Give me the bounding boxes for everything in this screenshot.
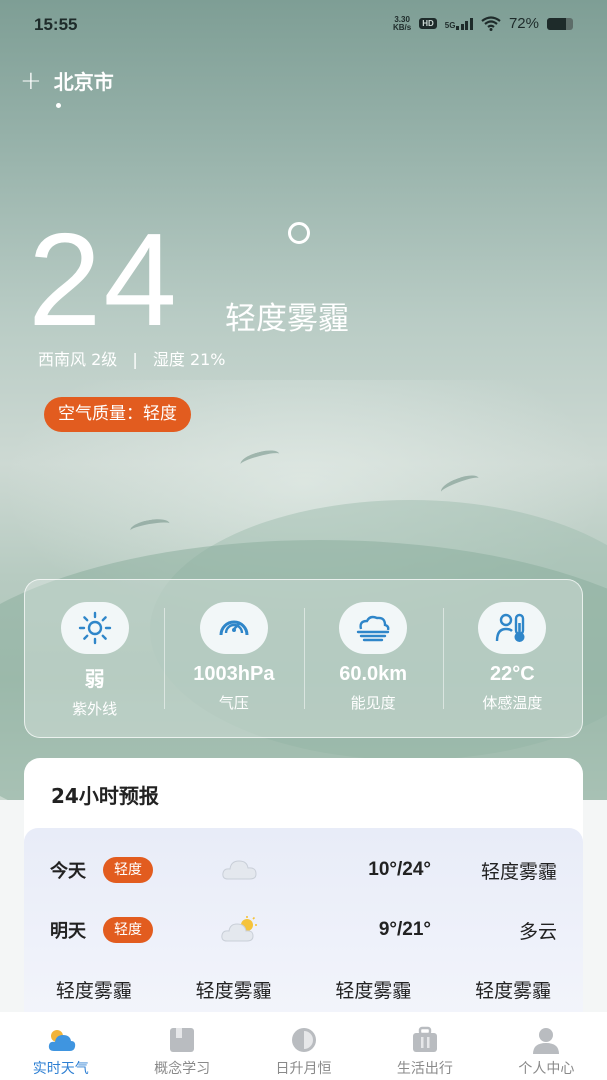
day-condition: 多云 — [518, 920, 557, 943]
book-icon — [170, 1028, 195, 1052]
forecast-card: 24小时预报 今天 轻度 10°/24° 轻度雾霾 明天 轻度 9°/21° 多… — [24, 758, 583, 1018]
weather-icon — [48, 1030, 75, 1051]
hourly-forecast-row: 轻度雾霾 轻度雾霾 轻度雾霾 轻度雾霾 — [24, 976, 583, 1003]
network-type: 5G — [444, 20, 456, 30]
thermometer-person-icon — [478, 602, 547, 654]
hourly-condition: 轻度雾霾 — [335, 980, 412, 1002]
metric-uv: 弱 紫外线 — [25, 580, 164, 737]
tab-personal-center[interactable]: 个人中心 — [486, 1012, 607, 1080]
tab-label: 实时天气 — [32, 1061, 89, 1077]
day-temp: 10°/24° — [368, 859, 431, 880]
humidity-text: 湿度 21% — [152, 350, 226, 369]
metrics-panel: 弱 紫外线 1003hPa 气压 60.0km 能见度 22°C 体感温度 — [24, 579, 583, 738]
tab-label: 概念学习 — [154, 1061, 211, 1077]
metric-label: 能见度 — [350, 694, 396, 712]
sun-icon — [60, 602, 129, 654]
bottom-tab-bar: 实时天气 概念学习 日升月恒 生活出行 个人中心 — [0, 1012, 607, 1080]
current-temperature: 24 — [28, 206, 179, 353]
metric-label: 紫外线 — [72, 700, 118, 718]
tab-sun-moon[interactable]: 日升月恒 — [243, 1012, 364, 1080]
status-time: 15:55 — [34, 15, 78, 34]
page-indicator-dot — [56, 103, 61, 108]
net-speed: 3.30 KB/s — [393, 15, 412, 32]
signal-bars — [456, 17, 473, 30]
tab-label: 日升月恒 — [275, 1061, 332, 1077]
forecast-title: 24小时预报 — [51, 784, 159, 808]
moon-icon — [291, 1028, 316, 1052]
city-name[interactable]: 北京市 — [54, 66, 114, 95]
cellular-signal-icon: 5G — [444, 17, 473, 30]
metric-pressure: 1003hPa 气压 — [164, 580, 303, 737]
wind-humidity-line: 西南风 2级 | 湿度 21% — [38, 346, 226, 370]
day-condition: 轻度雾霾 — [480, 860, 557, 883]
aqi-badge: 轻度 — [103, 857, 153, 883]
fog-icon — [339, 602, 408, 654]
status-icons: 3.30 KB/s HD 5G 72% — [393, 15, 573, 32]
current-condition: 轻度雾霾 — [225, 301, 349, 337]
suitcase-icon — [412, 1026, 437, 1052]
day-name: 今天 — [50, 861, 86, 882]
metric-feels-like: 22°C 体感温度 — [442, 580, 582, 737]
day-temp: 9°/21° — [378, 919, 431, 940]
tab-label: 生活出行 — [396, 1061, 453, 1077]
city-header: + 北京市 — [20, 66, 114, 95]
battery-percent: 72% — [508, 15, 539, 32]
metric-value: 1003hPa — [193, 663, 275, 685]
gauge-icon — [199, 602, 268, 654]
forecast-body: 今天 轻度 10°/24° 轻度雾霾 明天 轻度 9°/21° 多云 轻度雾霾 … — [24, 828, 583, 1018]
metric-label: 气压 — [218, 694, 249, 712]
forecast-row-today[interactable]: 今天 轻度 10°/24° 轻度雾霾 — [24, 850, 583, 890]
tab-realtime-weather[interactable]: 实时天气 — [0, 1012, 121, 1080]
partly-cloudy-icon — [221, 916, 257, 942]
hourly-condition: 轻度雾霾 — [55, 980, 132, 1002]
metric-value: 弱 — [84, 669, 105, 691]
forecast-row-tomorrow[interactable]: 明天 轻度 9°/21° 多云 — [24, 910, 583, 950]
metric-value: 22°C — [490, 663, 535, 685]
wind-text: 西南风 2级 — [38, 350, 118, 369]
hourly-condition: 轻度雾霾 — [195, 980, 272, 1002]
tab-life-travel[interactable]: 生活出行 — [364, 1012, 485, 1080]
aqi-badge: 轻度 — [103, 917, 153, 943]
status-bar: 15:55 3.30 KB/s HD 5G 72% — [0, 0, 607, 50]
battery-icon — [547, 17, 573, 30]
metric-visibility: 60.0km 能见度 — [303, 580, 443, 737]
tab-label: 个人中心 — [518, 1061, 575, 1077]
tab-concept-learning[interactable]: 概念学习 — [121, 1012, 242, 1080]
wifi-icon — [481, 16, 501, 31]
day-name: 明天 — [50, 921, 86, 942]
metric-label: 体感温度 — [482, 694, 543, 712]
user-icon — [533, 1028, 560, 1054]
plus-icon[interactable]: + — [20, 68, 42, 94]
hourly-condition: 轻度雾霾 — [475, 980, 552, 1002]
degree-symbol-icon — [288, 222, 310, 244]
metric-value: 60.0km — [339, 663, 408, 685]
cloud-icon — [222, 860, 257, 880]
air-quality-badge[interactable]: 空气质量：轻度 — [44, 397, 191, 432]
hd-icon: HD — [419, 18, 437, 29]
net-speed-unit: KB/s — [393, 22, 412, 32]
separator: | — [132, 350, 138, 369]
